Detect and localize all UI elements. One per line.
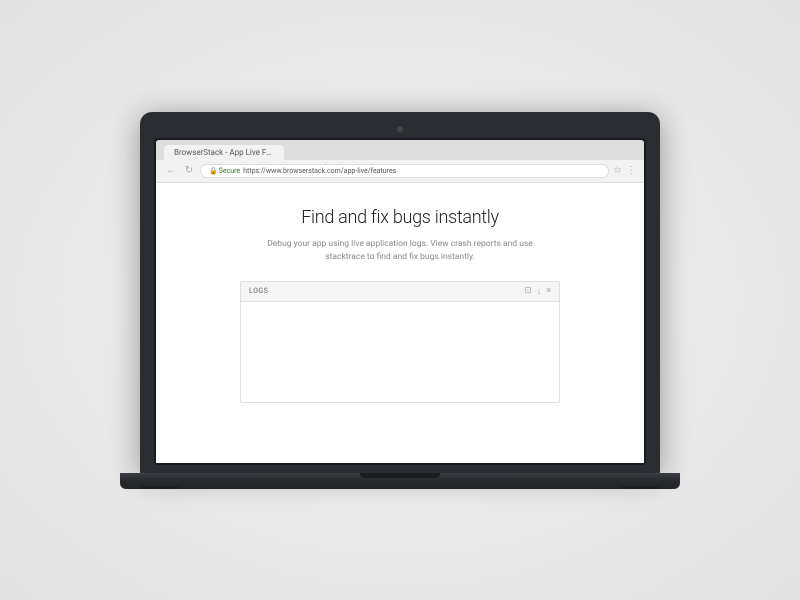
page-headline: Find and fix bugs instantly [301,207,499,228]
laptop-camera [397,126,403,132]
url-display: https://www.browserstack.com/app-live/fe… [243,167,396,175]
logs-label: LOGS [249,287,268,295]
menu-icon[interactable]: ⋮ [626,165,636,176]
page-subtext: Debug your app using live application lo… [260,238,540,265]
close-icon[interactable]: × [546,286,551,296]
back-icon: ← [166,165,176,176]
refresh-button[interactable]: ↻ [182,164,196,178]
url-domain: www.browserstack.com [266,167,341,175]
download-icon[interactable]: ↓ [537,286,542,297]
page-content: Find and fix bugs instantly Debug your a… [156,183,644,463]
tab-label: BrowserStack - App Live Features [174,148,284,157]
secure-badge: 🔒 Secure [209,167,240,175]
laptop-foot-left [140,486,180,489]
refresh-icon: ↻ [185,165,193,176]
browser-action-buttons: ☆ ⋮ [613,165,636,176]
laptop-hinge [360,473,440,478]
address-bar[interactable]: 🔒 Secure https://www.browserstack.com/ap… [200,164,609,178]
url-path: /app-live/features [341,167,397,175]
laptop-screen: BrowserStack - App Live Features ← ↻ 🔒 S… [140,112,660,473]
logs-panel: LOGS ⊡ ↓ × [240,281,560,403]
browser-toolbar: ← ↻ 🔒 Secure https://www.browserstack.co… [156,160,644,183]
bookmark-icon[interactable]: ☆ [613,165,622,176]
browser-tab[interactable]: BrowserStack - App Live Features [164,145,284,160]
back-button[interactable]: ← [164,164,178,178]
browser-window: BrowserStack - App Live Features ← ↻ 🔒 S… [156,140,644,463]
laptop-mockup: BrowserStack - App Live Features ← ↻ 🔒 S… [120,112,680,489]
logs-panel-header: LOGS ⊡ ↓ × [241,282,559,302]
url-prefix: https:// [243,167,266,175]
resize-icon[interactable]: ⊡ [524,286,532,296]
secure-label: Secure [219,167,240,175]
browser-tab-bar: BrowserStack - App Live Features [156,140,644,160]
screen-bezel: BrowserStack - App Live Features ← ↻ 🔒 S… [154,138,646,465]
laptop-foot-right [620,486,660,489]
logs-panel-actions: ⊡ ↓ × [524,286,551,297]
logs-panel-body [241,302,559,402]
laptop-base [120,473,680,489]
